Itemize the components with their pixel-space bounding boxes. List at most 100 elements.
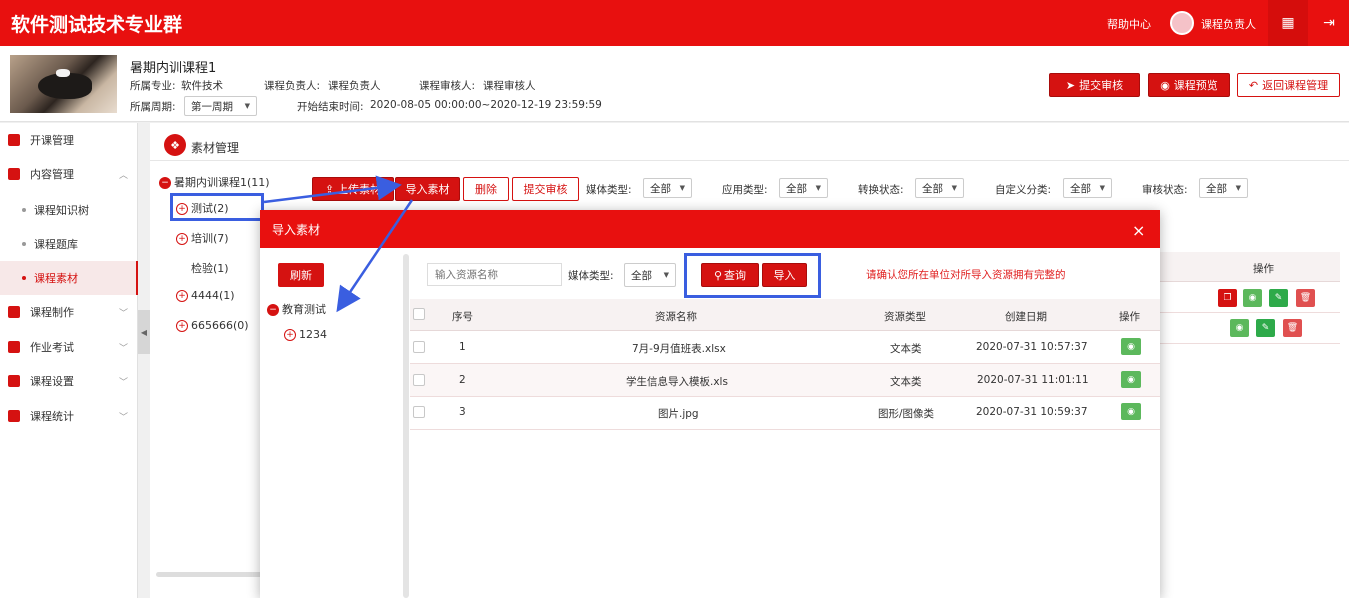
logout-icon[interactable]: ⇥ <box>1309 0 1349 46</box>
resource-search-input[interactable] <box>427 263 562 286</box>
filter-custom-label: 自定义分类: <box>995 184 1052 196</box>
refresh-button[interactable]: 刷新 <box>278 263 324 287</box>
sidebar-item-label: 课程设置 <box>30 375 74 388</box>
import-button[interactable]: 导入 <box>762 263 807 287</box>
modal-media-select[interactable]: 全部 ▼ <box>624 263 676 287</box>
trash-icon[interactable]: 🗑 <box>1296 289 1315 307</box>
chevron-down-icon: ▼ <box>244 102 250 110</box>
sidebar-item-homework-exam[interactable]: 作业考试 ﹀ <box>0 330 138 364</box>
filter-app-select[interactable]: 全部 ▼ <box>779 178 828 198</box>
course-thumbnail <box>10 55 117 113</box>
submit-review-label: 提交审核 <box>1079 79 1124 92</box>
owner-label: 课程负责人: <box>264 80 321 92</box>
tree-node-4444[interactable]: +4444(1) <box>176 289 235 302</box>
highlight-box <box>170 193 264 221</box>
tree-scrollbar[interactable] <box>156 572 266 577</box>
sidebar-collapse-button[interactable]: ◀ <box>138 310 150 354</box>
grid-icon[interactable]: ▦ <box>1268 0 1308 46</box>
tree-node-training[interactable]: + 培训(7) <box>176 230 229 246</box>
select-all-checkbox[interactable] <box>413 308 425 320</box>
filter-media-select[interactable]: 全部 ▼ <box>643 178 692 198</box>
sidebar-item-question-bank[interactable]: 课程题库 <box>0 227 138 261</box>
modal-media-label: 媒体类型: <box>568 270 614 282</box>
course-preview-label: 课程预览 <box>1173 79 1218 92</box>
delete-button[interactable]: 删除 <box>463 177 509 201</box>
eye-icon[interactable]: ◉ <box>1121 403 1141 420</box>
filter-value: 全部 <box>1206 182 1227 195</box>
user-name[interactable]: 课程负责人 <box>1201 16 1256 32</box>
submit-review-small-button[interactable]: 提交审核 <box>512 177 579 201</box>
copy-icon[interactable]: ❐ <box>1218 289 1237 307</box>
major-label: 所属专业: <box>130 80 176 92</box>
edit-icon[interactable]: ✎ <box>1269 289 1288 307</box>
edit-icon[interactable]: ✎ <box>1256 319 1275 337</box>
panel-header <box>150 123 1349 161</box>
eye-icon[interactable]: ◉ <box>1243 289 1262 307</box>
layers-icon: ❖ <box>164 134 186 156</box>
chart-icon <box>8 410 20 422</box>
sidebar-item-course-settings[interactable]: 课程设置 ﹀ <box>0 364 138 398</box>
owner-value: 课程负责人 <box>328 80 381 92</box>
back-to-course-button[interactable]: ↶ 返回课程管理 <box>1237 73 1340 97</box>
filter-value: 全部 <box>650 182 671 195</box>
chevron-down-icon: ▼ <box>951 184 957 192</box>
sidebar-item-content[interactable]: 内容管理 ︿ <box>0 157 138 191</box>
sidebar-item-course-stats[interactable]: 课程统计 ﹀ <box>0 399 138 433</box>
bg-ops-header: 操作 <box>1253 263 1274 275</box>
row-checkbox[interactable] <box>413 406 425 418</box>
modal-tree-node[interactable]: +1234 <box>284 328 327 341</box>
modal-tree-root[interactable]: − 教育测试 <box>267 301 326 317</box>
sidebar-item-course-making[interactable]: 课程制作 ﹀ <box>0 295 138 329</box>
trash-icon[interactable]: 🗑 <box>1283 319 1302 337</box>
sidebar-item-label: 课程题库 <box>34 238 78 251</box>
tree-root[interactable]: − 暑期内训课程1(11) <box>159 174 270 190</box>
upload-icon: ⇪ <box>324 182 335 196</box>
filter-convert-label: 转换状态: <box>858 184 904 196</box>
submit-review-button[interactable]: ➤ 提交审核 <box>1049 73 1140 97</box>
row-type: 图形/图像类 <box>878 408 935 420</box>
modal-scrollbar[interactable] <box>403 254 409 598</box>
tree-label: 4444(1) <box>191 289 235 302</box>
course-preview-button[interactable]: ◉ 课程预览 <box>1148 73 1230 97</box>
col-no: 序号 <box>452 311 473 323</box>
eye-icon[interactable]: ◉ <box>1121 338 1141 355</box>
sidebar-item-label: 开课管理 <box>30 134 74 147</box>
filter-review-select[interactable]: 全部 ▼ <box>1199 178 1248 198</box>
plus-icon: + <box>176 290 188 302</box>
tree-node-check[interactable]: 检验(1) <box>191 260 229 276</box>
sidebar-item-label: 作业考试 <box>30 341 74 354</box>
import-material-button[interactable]: 导入素材 <box>395 177 460 201</box>
row-checkbox[interactable] <box>413 341 425 353</box>
sidebar-item-course-open[interactable]: 开课管理 <box>0 123 138 157</box>
row-no: 3 <box>459 406 466 418</box>
eye-icon[interactable]: ◉ <box>1121 371 1141 388</box>
col-date: 创建日期 <box>1005 311 1047 323</box>
query-button[interactable]: ⚲ 查询 <box>701 263 759 287</box>
cube-icon <box>8 168 20 180</box>
sidebar-item-course-material[interactable]: 课程素材 <box>0 261 138 295</box>
tree-label: 665666(0) <box>191 319 249 332</box>
filter-value: 全部 <box>922 182 943 195</box>
tree-node-665666[interactable]: +665666(0) <box>176 319 249 332</box>
period-select[interactable]: 第一周期 ▼ <box>184 96 257 116</box>
sidebar-item-knowledge-tree[interactable]: 课程知识树 <box>0 193 138 227</box>
eye-icon[interactable]: ◉ <box>1230 319 1249 337</box>
upload-material-button[interactable]: ⇪ 上传素材 <box>312 177 394 201</box>
row-date: 2020-07-31 11:01:11 <box>977 374 1089 386</box>
row-checkbox[interactable] <box>413 374 425 386</box>
filter-custom-select[interactable]: 全部 ▼ <box>1063 178 1112 198</box>
filter-app-label: 应用类型: <box>722 184 768 196</box>
avatar[interactable] <box>1170 11 1194 35</box>
tree-label: 培训(7) <box>191 232 229 245</box>
close-icon[interactable]: × <box>1132 223 1145 239</box>
filter-convert-select[interactable]: 全部 ▼ <box>915 178 964 198</box>
time-label: 开始结束时间: <box>297 101 364 113</box>
row-name: 图片.jpg <box>658 408 699 420</box>
panel-title: 素材管理 <box>191 141 240 155</box>
help-center-link[interactable]: 帮助中心 <box>1107 16 1151 32</box>
minus-icon: − <box>159 177 171 189</box>
sidebar-item-label: 课程统计 <box>30 410 74 423</box>
row-date: 2020-07-31 10:59:37 <box>976 406 1088 418</box>
chevron-down-icon: ▼ <box>663 271 669 279</box>
exam-icon <box>8 341 20 353</box>
